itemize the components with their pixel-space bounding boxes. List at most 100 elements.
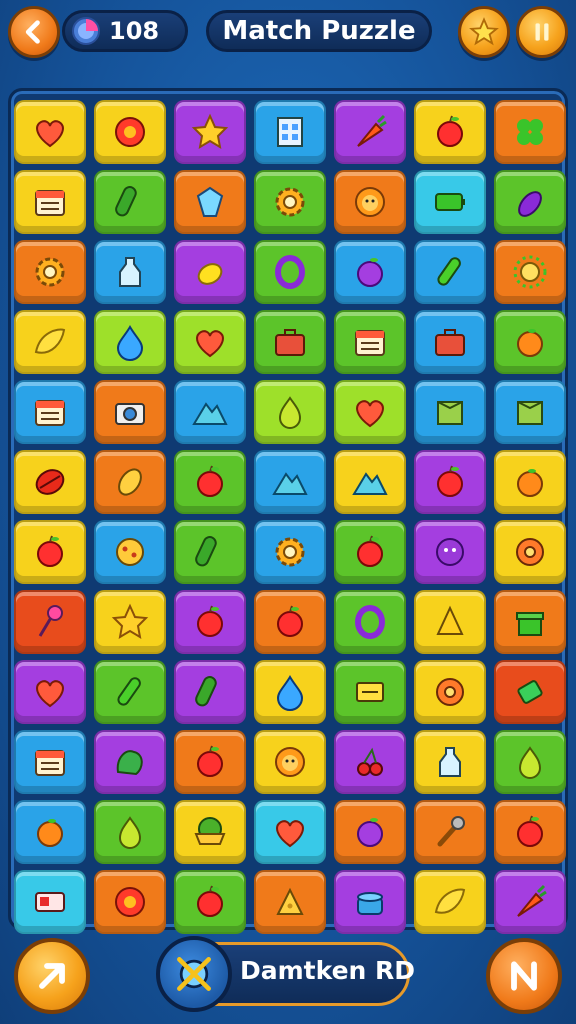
tile[interactable]: [94, 240, 166, 304]
tile[interactable]: [254, 660, 326, 724]
tile[interactable]: [14, 100, 86, 164]
tile[interactable]: [94, 170, 166, 234]
building-icon: [277, 117, 303, 147]
tile[interactable]: [14, 310, 86, 374]
tile[interactable]: [334, 520, 406, 584]
tile[interactable]: [174, 310, 246, 374]
menu-button[interactable]: [486, 938, 562, 1014]
tile[interactable]: [94, 380, 166, 444]
tile[interactable]: [494, 380, 566, 444]
tile[interactable]: [14, 450, 86, 514]
tile[interactable]: [414, 310, 486, 374]
tile[interactable]: [334, 730, 406, 794]
tile[interactable]: [414, 730, 486, 794]
tile[interactable]: [174, 380, 246, 444]
tile[interactable]: [174, 100, 246, 164]
tile[interactable]: [494, 660, 566, 724]
tile[interactable]: [14, 590, 86, 654]
tile[interactable]: [334, 170, 406, 234]
tile[interactable]: [334, 100, 406, 164]
tile[interactable]: [174, 660, 246, 724]
tile[interactable]: [14, 730, 86, 794]
tile[interactable]: [494, 100, 566, 164]
tile[interactable]: [414, 520, 486, 584]
tile[interactable]: [414, 450, 486, 514]
tile[interactable]: [14, 380, 86, 444]
apple-icon: [197, 885, 223, 917]
back-button[interactable]: [8, 6, 60, 58]
tile[interactable]: [254, 730, 326, 794]
camera-icon: [115, 403, 145, 425]
pause-button[interactable]: [516, 6, 568, 58]
tile[interactable]: [254, 520, 326, 584]
tile[interactable]: [254, 170, 326, 234]
tile[interactable]: [174, 590, 246, 654]
tile[interactable]: [494, 590, 566, 654]
tile[interactable]: [174, 240, 246, 304]
ring-icon: [355, 605, 385, 639]
tile[interactable]: [494, 170, 566, 234]
tile[interactable]: [494, 520, 566, 584]
tile[interactable]: [494, 870, 566, 934]
tile[interactable]: [334, 590, 406, 654]
tile[interactable]: [414, 870, 486, 934]
tile[interactable]: [94, 450, 166, 514]
tile[interactable]: [174, 520, 246, 584]
achievements-button[interactable]: [458, 6, 510, 58]
tile[interactable]: [254, 310, 326, 374]
tile[interactable]: [494, 450, 566, 514]
tile[interactable]: [14, 520, 86, 584]
tile[interactable]: [254, 240, 326, 304]
clover-icon: [517, 119, 543, 145]
tile[interactable]: [334, 870, 406, 934]
tile[interactable]: [414, 800, 486, 864]
tile[interactable]: [94, 100, 166, 164]
tile[interactable]: [254, 800, 326, 864]
hint-button[interactable]: [14, 938, 90, 1014]
tile[interactable]: [174, 870, 246, 934]
tile[interactable]: [174, 450, 246, 514]
orange-icon: [37, 819, 63, 847]
tile[interactable]: [94, 870, 166, 934]
tile[interactable]: [14, 170, 86, 234]
tile[interactable]: [254, 590, 326, 654]
tile[interactable]: [254, 450, 326, 514]
tile[interactable]: [334, 800, 406, 864]
box-icon: [517, 401, 543, 425]
tile[interactable]: [14, 240, 86, 304]
tile[interactable]: [414, 660, 486, 724]
tile[interactable]: [414, 380, 486, 444]
tile[interactable]: [334, 660, 406, 724]
tile[interactable]: [494, 800, 566, 864]
tile[interactable]: [14, 800, 86, 864]
tile[interactable]: [94, 590, 166, 654]
tile[interactable]: [174, 800, 246, 864]
tile[interactable]: [334, 310, 406, 374]
tile[interactable]: [94, 660, 166, 724]
tile[interactable]: [414, 100, 486, 164]
tile[interactable]: [14, 870, 86, 934]
tile[interactable]: [94, 730, 166, 794]
tile[interactable]: [494, 730, 566, 794]
tile[interactable]: [414, 170, 486, 234]
tile[interactable]: [174, 730, 246, 794]
tile[interactable]: [94, 310, 166, 374]
tile[interactable]: [174, 170, 246, 234]
coin-icon: [72, 17, 100, 45]
tile[interactable]: [254, 100, 326, 164]
tile[interactable]: [414, 240, 486, 304]
candy-icon: [517, 680, 543, 704]
avatar[interactable]: [156, 936, 232, 1012]
tile[interactable]: [94, 520, 166, 584]
tile[interactable]: [334, 450, 406, 514]
tile[interactable]: [414, 590, 486, 654]
tile[interactable]: [254, 380, 326, 444]
tile[interactable]: [14, 660, 86, 724]
tile[interactable]: [334, 380, 406, 444]
tile[interactable]: [494, 310, 566, 374]
tile[interactable]: [254, 870, 326, 934]
tile[interactable]: [334, 240, 406, 304]
tile[interactable]: [94, 800, 166, 864]
tile[interactable]: [494, 240, 566, 304]
apple-icon: [277, 605, 303, 637]
